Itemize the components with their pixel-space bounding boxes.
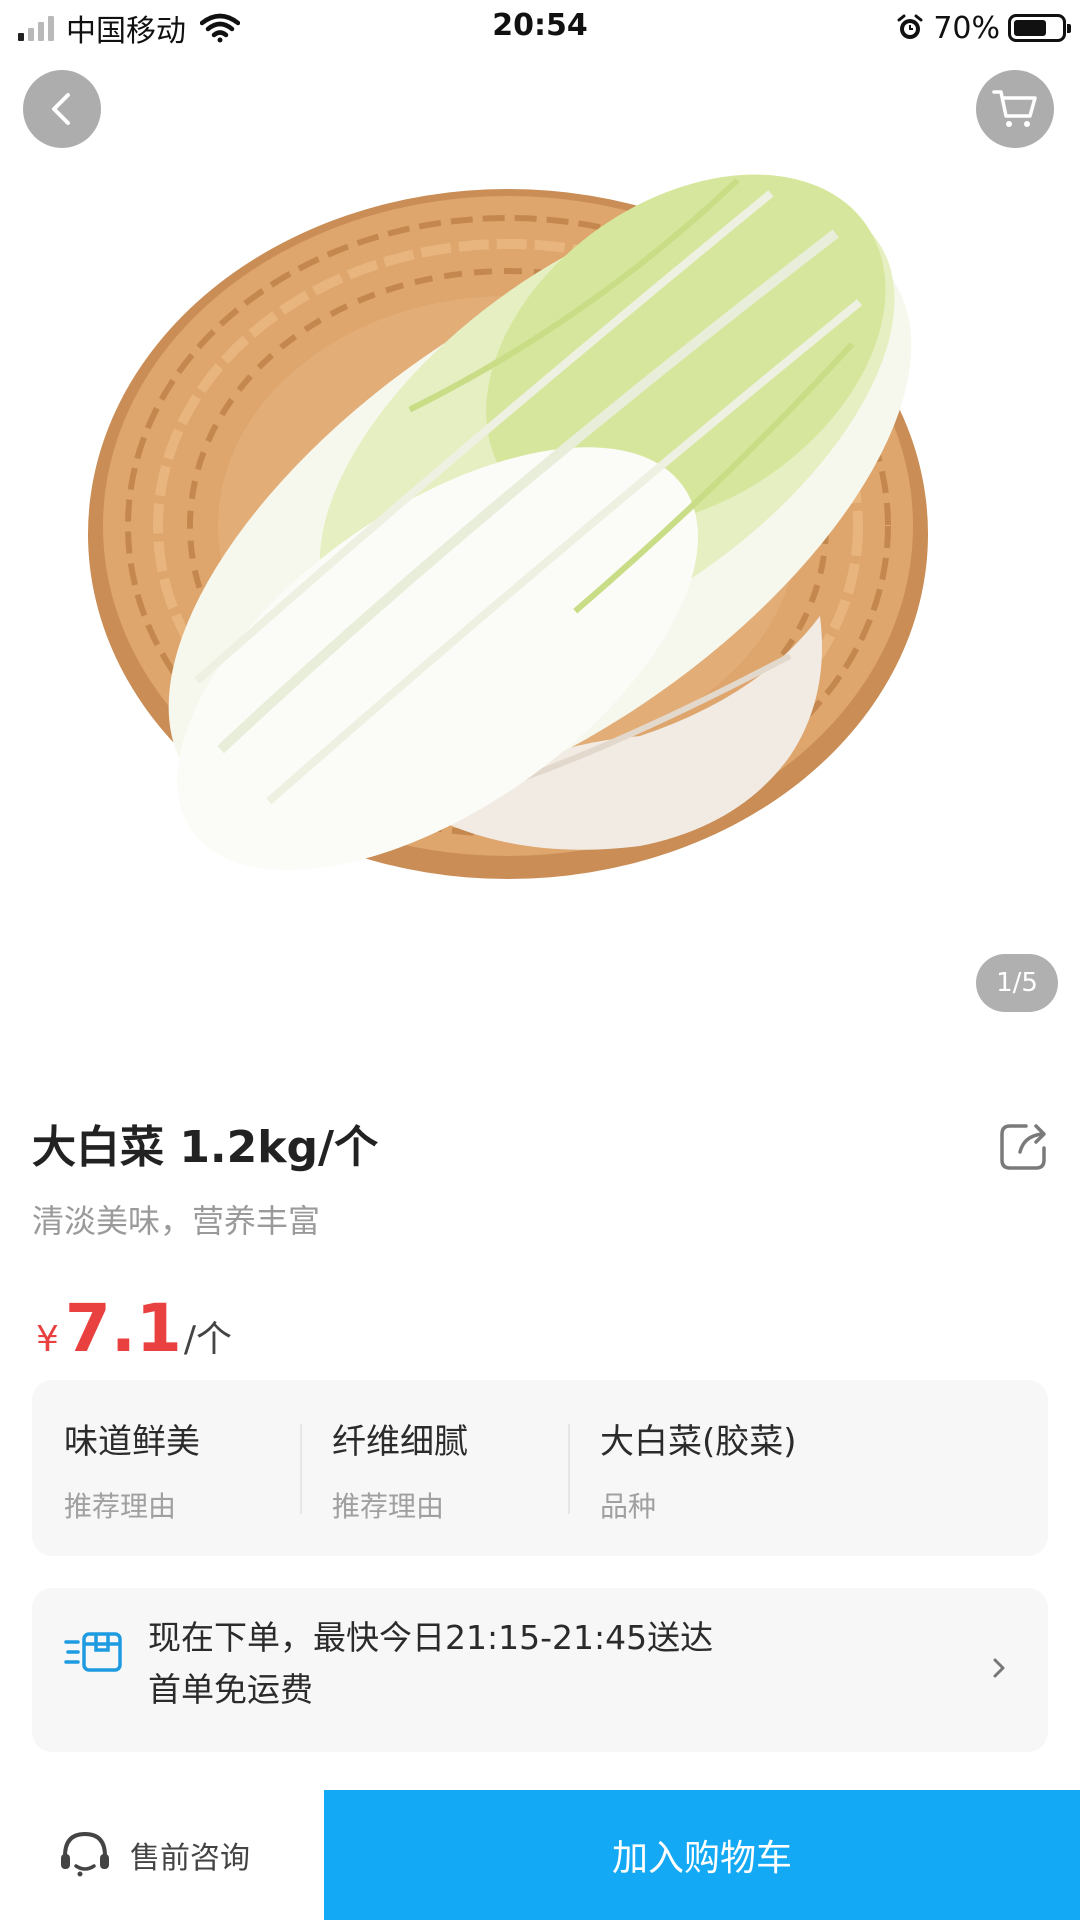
status-bar: 中国移动 20:54 70%	[0, 0, 1080, 56]
image-page-indicator: 1/5	[976, 954, 1058, 1012]
price-value: 7.1	[64, 1290, 182, 1367]
add-to-cart-button[interactable]: 加入购物车	[324, 1790, 1080, 1920]
attribute-label: 推荐理由	[64, 1490, 177, 1523]
battery-percent: 70%	[933, 10, 1000, 46]
attribute-value: 味道鲜美	[64, 1422, 200, 1462]
product-title: 大白菜 1.2kg/个	[32, 1122, 379, 1173]
price: ¥ 7.1 /个	[36, 1290, 232, 1367]
product-image	[88, 174, 928, 879]
presale-consult-button[interactable]: 售前咨询	[56, 1820, 250, 1890]
status-right: 70%	[895, 8, 1071, 48]
share-button[interactable]	[996, 1118, 1052, 1174]
price-currency: ¥	[36, 1319, 59, 1360]
delivery-info-card[interactable]: 现在下单，最快今日21:15-21:45送达 首单免运费	[32, 1588, 1048, 1752]
cart-icon	[992, 90, 1037, 127]
attribute-value: 大白菜(胶菜)	[600, 1422, 797, 1462]
delivery-free-shipping: 首单免运费	[148, 1670, 313, 1709]
cart-button[interactable]	[976, 70, 1054, 148]
product-image-carousel[interactable]: 1/5	[0, 56, 1080, 1036]
alarm-icon	[897, 14, 923, 39]
price-unit: /个	[183, 1319, 232, 1360]
attribute-item: 大白菜(胶菜) 品种	[568, 1380, 1048, 1556]
bottom-action-bar: 售前咨询 加入购物车	[0, 1790, 1080, 1920]
product-subtitle: 清淡美味，营养丰富	[32, 1202, 321, 1240]
attribute-label: 推荐理由	[332, 1490, 445, 1523]
delivery-text: 现在下单，最快今日21:15-21:45送达 首单免运费	[148, 1612, 713, 1716]
battery-icon	[1008, 14, 1071, 42]
delivery-time: 现在下单，最快今日21:15-21:45送达	[148, 1618, 714, 1657]
share-icon	[1000, 1124, 1046, 1170]
product-title-row: 大白菜 1.2kg/个	[32, 1118, 1052, 1178]
headset-icon	[61, 1831, 109, 1877]
back-button[interactable]	[23, 70, 101, 148]
attribute-label: 品种	[600, 1490, 657, 1523]
chevron-right-icon	[993, 1658, 1005, 1678]
consult-label: 售前咨询	[130, 1841, 250, 1876]
attribute-value: 纤维细腻	[332, 1422, 468, 1462]
battery-fill	[1014, 20, 1047, 36]
delivery-box-icon	[64, 1632, 122, 1672]
attribute-item: 纤维细腻 推荐理由	[300, 1380, 568, 1556]
back-icon	[52, 93, 70, 125]
attributes-card: 味道鲜美 推荐理由 纤维细腻 推荐理由 大白菜(胶菜) 品种	[32, 1380, 1048, 1556]
attribute-item: 味道鲜美 推荐理由	[32, 1380, 300, 1556]
